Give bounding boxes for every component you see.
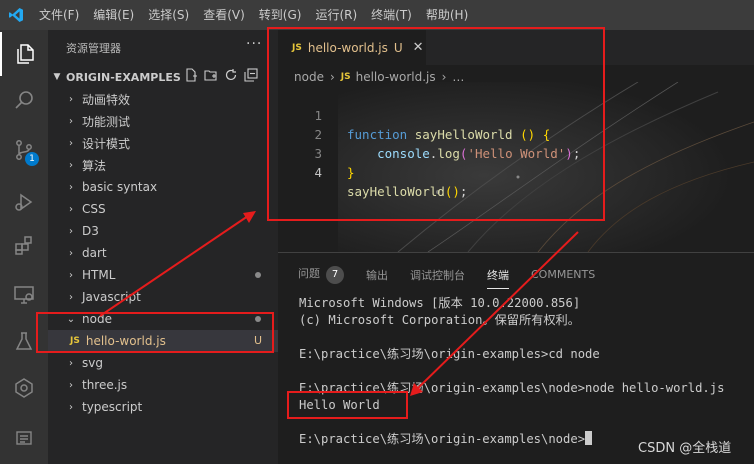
chevron-right-icon: ›: [69, 269, 73, 281]
annotation-file-box: [36, 312, 274, 353]
collapse-all-icon[interactable]: [244, 68, 258, 82]
menu-edit[interactable]: 编辑(E): [86, 0, 141, 30]
terminal-line: E:\practice\练习场\origin-examples>cd node: [299, 347, 600, 361]
chevron-right-icon: ›: [69, 203, 73, 215]
extensions-icon[interactable]: [0, 224, 48, 268]
tab-problems[interactable]: 问题 7: [298, 265, 344, 284]
chevron-right-icon: ›: [69, 291, 73, 303]
chevron-right-icon: ›: [69, 401, 73, 413]
vscode-logo-icon: [0, 0, 32, 30]
tab-comments[interactable]: COMMENTS: [531, 268, 595, 281]
menu-view[interactable]: 查看(V): [196, 0, 252, 30]
terminal-prompt[interactable]: E:\practice\练习场\origin-examples\node>: [299, 431, 593, 448]
terminal-line: Microsoft Windows [版本 10.0.22000.856]: [299, 296, 581, 310]
tree-folder[interactable]: › 算法: [48, 154, 278, 176]
tree-folder[interactable]: › dart: [48, 242, 278, 264]
bottom-panel: 问题 7 输出 调试控制台 终端 COMMENTS Microsoft Windo…: [278, 252, 754, 464]
remote-explorer-icon[interactable]: [0, 272, 48, 316]
tree-folder[interactable]: › CSS: [48, 198, 278, 220]
menu-terminal[interactable]: 终端(T): [364, 0, 419, 30]
terminal-line: (c) Microsoft Corporation。保留所有权利。: [299, 313, 580, 327]
sidebar-title: 资源管理器: [66, 42, 121, 55]
new-folder-icon[interactable]: [204, 68, 218, 82]
tab-terminal[interactable]: 终端: [487, 267, 509, 289]
tree-folder[interactable]: › svg: [48, 352, 278, 374]
menu-bar: 文件(F) 编辑(E) 选择(S) 查看(V) 转到(G) 运行(R) 终端(T…: [32, 0, 475, 30]
chevron-right-icon: ›: [69, 225, 73, 237]
tree-folder[interactable]: › 功能测试: [48, 110, 278, 132]
workspace-name: ORIGIN-EXAMPLES: [66, 70, 181, 84]
panel-tabs: 问题 7 输出 调试控制台 终端 COMMENTS: [298, 265, 617, 289]
chevron-right-icon: ›: [69, 357, 73, 369]
tree-folder[interactable]: › three.js: [48, 374, 278, 396]
menu-file[interactable]: 文件(F): [32, 0, 86, 30]
tree-folder[interactable]: › typescript: [48, 396, 278, 418]
problems-count-badge: 7: [326, 266, 344, 284]
new-file-icon[interactable]: [184, 68, 198, 82]
timeline-icon[interactable]: [0, 416, 48, 460]
menu-go[interactable]: 转到(G): [252, 0, 309, 30]
annotation-editor-box: [267, 27, 605, 221]
terminal-cursor: [585, 431, 593, 445]
run-debug-icon[interactable]: [0, 180, 48, 224]
modified-dot: [255, 272, 261, 278]
menu-run[interactable]: 运行(R): [308, 0, 364, 30]
menu-help[interactable]: 帮助(H): [419, 0, 475, 30]
source-control-badge: 1: [25, 152, 39, 166]
chevron-right-icon: ›: [69, 159, 73, 171]
tree-folder[interactable]: › basic syntax: [48, 176, 278, 198]
tree-folder[interactable]: › 设计模式: [48, 132, 278, 154]
chevron-right-icon: ›: [69, 93, 73, 105]
annotation-output-box: [287, 391, 408, 419]
chevron-right-icon: ›: [69, 379, 73, 391]
tree-folder[interactable]: › Javascript: [48, 286, 278, 308]
sidebar-actions: [184, 68, 258, 82]
tree-folder[interactable]: › D3: [48, 220, 278, 242]
tree-folder[interactable]: › HTML: [48, 264, 278, 286]
explorer-icon[interactable]: [0, 32, 48, 76]
chevron-down-icon: ▼: [53, 72, 61, 82]
watermark: CSDN @全栈道: [638, 441, 732, 456]
activity-bar: 1: [0, 30, 48, 464]
tree-folder[interactable]: › 动画特效: [48, 88, 278, 110]
search-icon[interactable]: [0, 78, 48, 122]
tab-debug-console[interactable]: 调试控制台: [410, 267, 465, 283]
source-control-icon[interactable]: 1: [0, 128, 48, 172]
tab-output[interactable]: 输出: [366, 267, 388, 283]
chevron-right-icon: ›: [69, 137, 73, 149]
chevron-right-icon: ›: [69, 181, 73, 193]
chevron-right-icon: ›: [69, 247, 73, 259]
menu-selection[interactable]: 选择(S): [141, 0, 196, 30]
title-bar: 文件(F) 编辑(E) 选择(S) 查看(V) 转到(G) 运行(R) 终端(T…: [0, 0, 754, 30]
chevron-right-icon: ›: [69, 115, 73, 127]
gitlens-icon[interactable]: [0, 366, 48, 410]
explorer-sidebar: 资源管理器 ··· ▼ ORIGIN-EXAMPLES › 动画特效 › 功能测试 …: [48, 30, 278, 464]
sidebar-more-button[interactable]: ···: [246, 36, 262, 52]
refresh-icon[interactable]: [224, 68, 238, 82]
